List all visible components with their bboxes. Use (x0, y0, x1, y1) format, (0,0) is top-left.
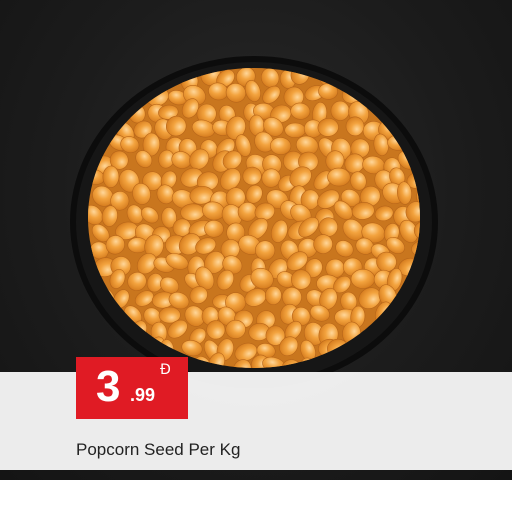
kernel (418, 113, 441, 137)
bottom-strip (0, 480, 512, 506)
kernel (88, 96, 105, 121)
currency-icon: Ð (160, 362, 171, 378)
kernel (393, 338, 413, 358)
kernel (350, 268, 376, 289)
kernel (123, 69, 139, 92)
kernel (409, 341, 420, 358)
kernel (88, 68, 104, 89)
price-main: 3 (96, 362, 121, 411)
kernel (375, 69, 395, 93)
kernel (105, 68, 124, 87)
kernel (401, 84, 420, 105)
kernel (405, 71, 420, 88)
kernel (406, 100, 420, 121)
kernel (417, 325, 420, 346)
price-decimal: .99 (130, 385, 156, 405)
kernel (419, 85, 420, 106)
kernel (88, 85, 111, 103)
kernel (390, 68, 410, 84)
kernel (330, 100, 350, 121)
kernel (401, 320, 420, 340)
kernel (345, 116, 365, 137)
kernel (284, 122, 307, 138)
price-badge: 3 .99 Ð (76, 357, 188, 419)
kernel (204, 219, 224, 238)
product-name: Popcorn Seed Per Kg (76, 440, 241, 459)
kernel (264, 286, 282, 305)
kernel (327, 167, 351, 187)
